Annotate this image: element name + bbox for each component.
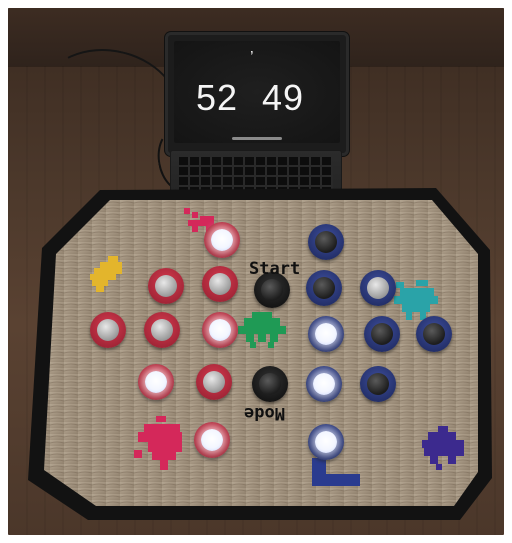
- button-light: [203, 371, 225, 393]
- button-light: [155, 275, 177, 297]
- arcade-button-red[interactable]: [148, 268, 184, 304]
- button-light: [423, 323, 445, 345]
- mode-button[interactable]: [252, 366, 288, 402]
- button-light: [151, 319, 173, 341]
- button-light: [367, 277, 389, 299]
- arcade-button-blue[interactable]: [308, 224, 344, 260]
- space-invader-icon: [134, 416, 182, 470]
- start-label: Start: [249, 259, 301, 279]
- arcade-button-red[interactable]: [202, 266, 238, 302]
- button-light: [261, 279, 283, 301]
- arcade-button-red[interactable]: [90, 312, 126, 348]
- button-light: [313, 277, 335, 299]
- space-invader-icon: [238, 312, 286, 348]
- arcade-button-red[interactable]: [204, 222, 240, 258]
- arcade-button-red[interactable]: [202, 312, 238, 348]
- button-light: [97, 319, 119, 341]
- photo: ’ 52 49 Start Mode: [8, 8, 504, 535]
- button-light: [371, 323, 393, 345]
- arcade-button-red[interactable]: [194, 422, 230, 458]
- arcade-button-blue[interactable]: [308, 424, 344, 460]
- button-light: [145, 371, 167, 393]
- space-invader-icon: [422, 426, 464, 470]
- arcade-button-red[interactable]: [144, 312, 180, 348]
- button-light: [209, 319, 231, 341]
- arcade-button-blue[interactable]: [416, 316, 452, 352]
- button-light: [315, 323, 337, 345]
- arcade-button-blue[interactable]: [306, 270, 342, 306]
- arcade-button-blue[interactable]: [306, 366, 342, 402]
- arcade-button-blue[interactable]: [308, 316, 344, 352]
- button-light: [315, 231, 337, 253]
- button-light: [211, 229, 233, 251]
- space-invader-icon: [90, 256, 122, 292]
- arcade-button-blue[interactable]: [360, 270, 396, 306]
- button-light: [367, 373, 389, 395]
- button-light: [209, 273, 231, 295]
- button-light: [313, 373, 335, 395]
- arcade-button-blue[interactable]: [360, 366, 396, 402]
- arcade-button-red[interactable]: [196, 364, 232, 400]
- mode-label: Mode: [244, 403, 285, 423]
- arcade-button-blue[interactable]: [364, 316, 400, 352]
- button-light: [315, 431, 337, 453]
- arcade-button-red[interactable]: [138, 364, 174, 400]
- button-light: [201, 429, 223, 451]
- button-light: [259, 373, 281, 395]
